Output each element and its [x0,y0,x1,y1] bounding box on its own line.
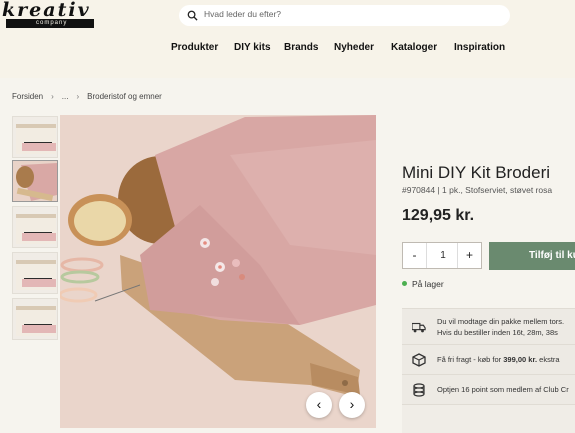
nav-item-nyheder[interactable]: Nyheder [334,42,374,53]
extra-info-row [402,404,575,433]
product-thumbnail[interactable] [12,252,58,294]
product-photo [60,115,376,428]
chevron-left-icon: ‹ [316,396,322,412]
truck-icon [412,322,426,333]
club-points-text: Optjen 16 point som medlem af Club Cr [437,385,569,394]
product-meta: #970844 | 1 pk., Stofserviet, støvet ros… [402,185,553,195]
thumbnail-box-image [16,260,56,290]
thumbnail-napkin-image [13,161,57,201]
free-shipping-suffix: ekstra [537,355,560,364]
club-points-row: Optjen 16 point som medlem af Club Cr [402,374,575,404]
quantity-increase-button[interactable]: + [457,243,481,268]
thumbnail-box-image [16,306,56,336]
stock-dot-icon [402,281,407,286]
logo-text: kreativ [2,0,91,21]
box-icon [412,353,426,367]
quantity-stepper: - 1 + [402,242,482,269]
main-nav: Produkter DIY kits Brands Nyheder Katalo… [0,42,575,56]
free-shipping-row: Få fri fragt - køb for 399,00 kr. ekstra [402,344,575,374]
breadcrumb-home[interactable]: Forsiden [12,92,43,101]
product-thumbnail[interactable] [12,206,58,248]
next-image-button[interactable]: › [339,392,365,418]
search-icon [187,10,198,21]
site-header: kreativ company Hvad leder du efter? Pro… [0,0,575,78]
search-input[interactable]: Hvad leder du efter? [179,5,510,26]
nav-item-brands[interactable]: Brands [284,42,318,53]
add-to-cart-button[interactable]: Tilføj til kurv [489,242,575,270]
free-shipping-text: Få fri fragt - køb for 399,00 kr. ekstra [437,355,560,364]
breadcrumb: Forsiden ›... › Broderistof og emner [12,92,162,101]
product-price: 129,95 kr. [402,207,475,224]
stock-status: På lager [402,279,444,289]
free-shipping-prefix: Få fri fragt - køb for [437,355,504,364]
free-shipping-amount: 399,00 kr. [503,355,538,364]
nav-item-kataloger[interactable]: Kataloger [391,42,437,53]
product-title: Mini DIY Kit Broderi [402,163,551,182]
nav-item-produkter[interactable]: Produkter [171,42,218,53]
nav-item-diy-kits[interactable]: DIY kits [234,42,271,53]
chevron-right-icon: › [349,396,355,412]
brand-logo[interactable]: kreativ company [2,0,97,28]
product-main-image[interactable] [60,115,376,428]
coins-icon [413,383,425,397]
search-placeholder: Hvad leder du efter? [204,9,282,19]
delivery-text-line2: Hvis du bestiller inden 16t, 28m, 38s [437,328,558,337]
breadcrumb-ellipsis[interactable]: ... [62,92,69,101]
product-thumbnail-active[interactable] [12,160,58,202]
nav-item-inspiration[interactable]: Inspiration [454,42,505,53]
delivery-info-row: Du vil modtage din pakke mellem tors. Hv… [402,308,575,344]
breadcrumb-separator: › [76,92,80,101]
stock-label: På lager [412,279,444,289]
breadcrumb-separator: › [51,92,54,101]
previous-image-button[interactable]: ‹ [306,392,332,418]
thumbnail-box-image [16,214,56,244]
thumbnail-box-image [16,124,56,154]
delivery-text-line1: Du vil modtage din pakke mellem tors. [437,317,565,326]
quantity-decrease-button[interactable]: - [403,243,427,268]
logo-subtext: company [6,19,94,28]
quantity-input[interactable]: 1 [427,243,459,268]
product-thumbnail[interactable] [12,116,58,158]
breadcrumb-category[interactable]: Broderistof og emner [87,92,162,101]
product-thumbnail[interactable] [12,298,58,340]
